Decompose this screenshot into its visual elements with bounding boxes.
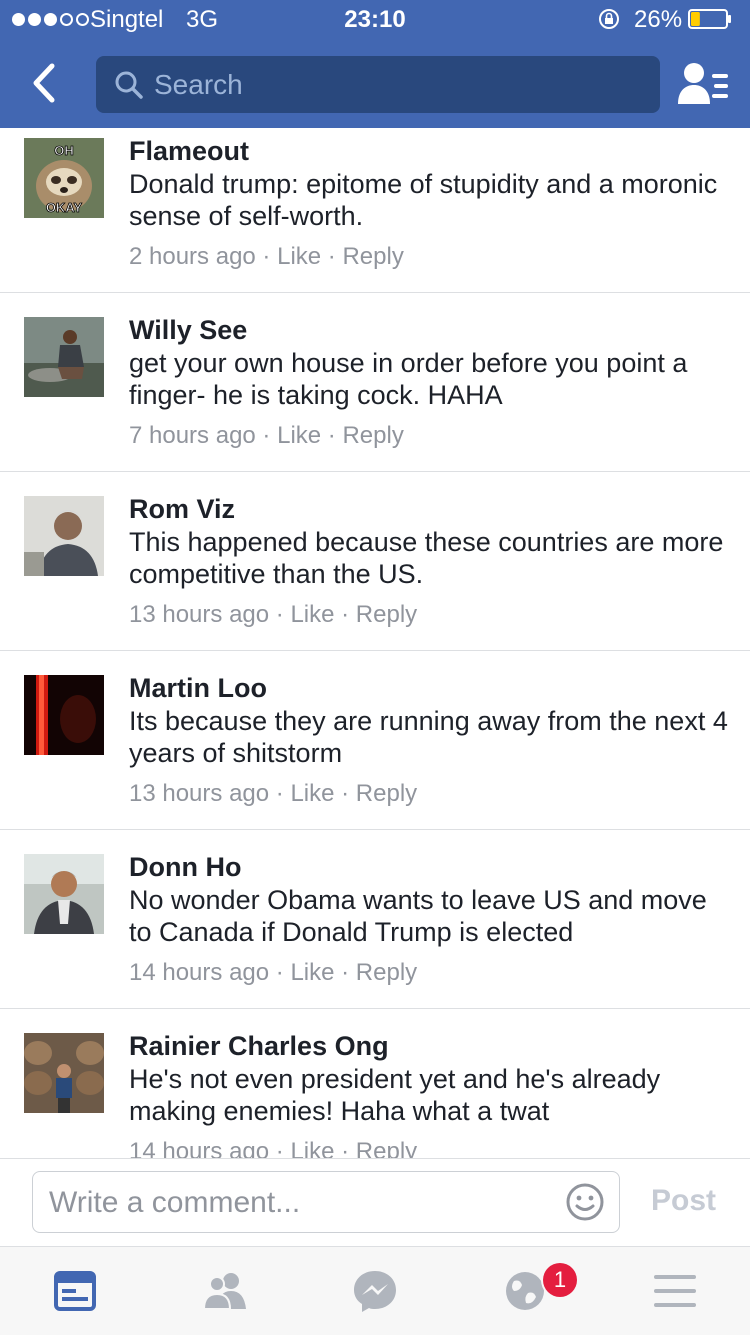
- comment-body: Rainier Charles Ong He's not even presid…: [129, 1029, 730, 1158]
- comment-meta: 14 hours ago · Like · Reply: [129, 959, 418, 986]
- reply-link[interactable]: Reply: [356, 780, 417, 807]
- comment-meta: 7 hours ago · Like · Reply: [129, 422, 404, 449]
- reply-link[interactable]: Reply: [356, 1138, 417, 1158]
- back-icon[interactable]: [22, 60, 68, 106]
- reply-link[interactable]: Reply: [356, 601, 417, 628]
- commenter-name[interactable]: Willy See: [129, 313, 730, 347]
- comments-list: OH OKAY Flameout Donald trump: epitome o…: [0, 128, 750, 1158]
- comment-placeholder: Write a comment...: [49, 1186, 301, 1219]
- commenter-name[interactable]: Rom Viz: [129, 492, 730, 526]
- comment-text: get your own house in order before you p…: [129, 348, 688, 410]
- svg-text:OKAY: OKAY: [46, 200, 83, 215]
- comment-time: 13 hours ago: [129, 601, 270, 628]
- search-input[interactable]: Search: [96, 56, 660, 113]
- avatar[interactable]: [24, 854, 104, 934]
- notification-badge: 1: [543, 1263, 577, 1297]
- friends-icon[interactable]: [200, 1269, 250, 1313]
- search-placeholder: Search: [154, 69, 243, 100]
- status-bar: Singtel 3G 23:10 26%: [0, 0, 750, 40]
- commenter-name[interactable]: Flameout: [129, 134, 730, 168]
- comment-item: Donn Ho No wonder Obama wants to leave U…: [0, 830, 750, 1009]
- comment-text: He's not even president yet and he's alr…: [129, 1064, 661, 1126]
- commenter-name[interactable]: Donn Ho: [129, 850, 730, 884]
- avatar[interactable]: [24, 496, 104, 576]
- commenter-name[interactable]: Martin Loo: [129, 671, 730, 705]
- comment-composer: Write a comment... Post: [0, 1158, 750, 1247]
- messenger-icon[interactable]: [350, 1269, 400, 1313]
- avatar[interactable]: [24, 675, 104, 755]
- like-link[interactable]: Like: [290, 959, 334, 986]
- comment-time: 7 hours ago: [129, 422, 256, 449]
- avatar[interactable]: OH OKAY: [24, 138, 104, 218]
- comment-time: 13 hours ago: [129, 780, 270, 807]
- comment-body: Rom Viz This happened because these coun…: [129, 492, 730, 630]
- battery-percent: 26%: [634, 6, 683, 33]
- rotation-lock-icon: [599, 9, 619, 29]
- comment-item: Willy See get your own house in order be…: [0, 293, 750, 472]
- like-link[interactable]: Like: [290, 780, 334, 807]
- reply-link[interactable]: Reply: [356, 959, 417, 986]
- comment-time: 2 hours ago: [129, 243, 256, 270]
- menu-icon[interactable]: [650, 1269, 700, 1313]
- reply-link[interactable]: Reply: [342, 422, 403, 449]
- post-button[interactable]: Post: [651, 1184, 716, 1218]
- news-feed-icon[interactable]: [50, 1269, 100, 1313]
- comment-text: Donald trump: epitome of stupidity and a…: [129, 169, 718, 231]
- avatar[interactable]: [24, 317, 104, 397]
- like-link[interactable]: Like: [290, 1138, 334, 1158]
- comment-meta: 13 hours ago · Like · Reply: [129, 601, 418, 628]
- friend-requests-icon[interactable]: [676, 60, 730, 110]
- comment-meta: 13 hours ago · Like · Reply: [129, 780, 418, 807]
- like-link[interactable]: Like: [277, 243, 321, 270]
- comment-meta: 2 hours ago · Like · Reply: [129, 243, 404, 270]
- svg-text:OH: OH: [54, 143, 74, 158]
- comment-item: Rainier Charles Ong He's not even presid…: [0, 1009, 750, 1158]
- commenter-name[interactable]: Rainier Charles Ong: [129, 1029, 730, 1063]
- comment-body: Martin Loo Its because they are running …: [129, 671, 730, 809]
- comment-text: No wonder Obama wants to leave US and mo…: [129, 885, 707, 947]
- comment-item: Rom Viz This happened because these coun…: [0, 472, 750, 651]
- avatar[interactable]: [24, 1033, 104, 1113]
- comment-meta: 14 hours ago · Like · Reply: [129, 1137, 730, 1158]
- comment-body: Willy See get your own house in order be…: [129, 313, 730, 451]
- navigation-bar: Search: [0, 40, 750, 128]
- battery-icon: [688, 9, 731, 29]
- comment-input[interactable]: Write a comment...: [32, 1171, 620, 1233]
- reply-link[interactable]: Reply: [342, 243, 403, 270]
- comment-body: Donn Ho No wonder Obama wants to leave U…: [129, 850, 730, 988]
- comment-text: Its because they are running away from t…: [129, 706, 728, 768]
- like-link[interactable]: Like: [277, 422, 321, 449]
- comment-text: This happened because these countries ar…: [129, 527, 724, 589]
- emoji-icon[interactable]: [565, 1182, 605, 1222]
- search-icon: [115, 71, 143, 99]
- tab-bar: 1: [0, 1246, 750, 1335]
- comment-time: 14 hours ago: [129, 1138, 270, 1158]
- comment-item: OH OKAY Flameout Donald trump: epitome o…: [0, 128, 750, 293]
- like-link[interactable]: Like: [290, 601, 334, 628]
- comment-time: 14 hours ago: [129, 959, 270, 986]
- comment-item: Martin Loo Its because they are running …: [0, 651, 750, 830]
- comment-body: Flameout Donald trump: epitome of stupid…: [129, 134, 730, 272]
- app-header: Singtel 3G 23:10 26% Search: [0, 0, 750, 128]
